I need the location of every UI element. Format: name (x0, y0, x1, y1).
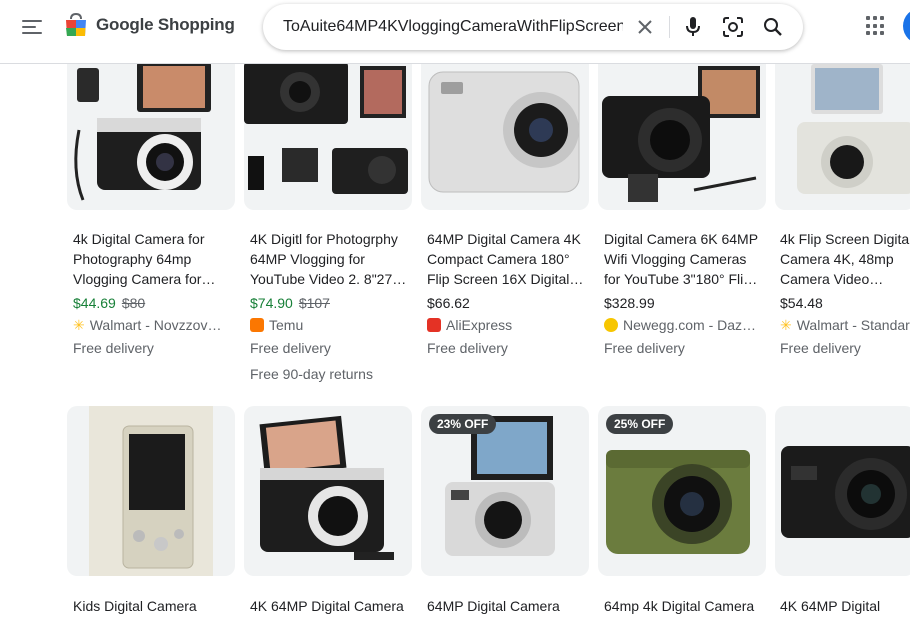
product-image[interactable] (775, 40, 910, 210)
product-price: $54.48 (780, 295, 823, 311)
product-image[interactable] (598, 40, 766, 210)
divider (669, 16, 670, 38)
product-title[interactable]: Kids Digital Camera (73, 596, 233, 616)
store-name[interactable]: Newegg.com - Daz… (604, 316, 764, 334)
product-title[interactable]: 4K Digitl for Photogrphy 64MP Vlogging fo… (250, 229, 410, 289)
product-title[interactable]: 4K 64MP Digital (780, 596, 910, 616)
product-title[interactable]: 64MP Digital Camera 4K Compact Camera 180… (427, 229, 587, 289)
mic-icon[interactable] (681, 15, 705, 39)
discount-badge: 25% OFF (606, 414, 674, 434)
avatar[interactable] (903, 8, 910, 44)
product-image[interactable]: 25% OFF (598, 406, 766, 576)
store-name[interactable]: AliExpress (427, 316, 587, 334)
shopping-bag-icon (64, 12, 88, 38)
product-image[interactable] (244, 40, 412, 210)
product-image[interactable]: 23% OFF (421, 406, 589, 576)
results-grid: 4k Digital Camera for Photography 64mp Vlo… (0, 0, 910, 620)
top-header: Google Shopping ToAuite64MP4KVloggingCam… (0, 0, 910, 64)
walmart-spark-icon: ✳ (73, 317, 85, 333)
discount-badge: 23% OFF (429, 414, 497, 434)
lens-icon[interactable] (721, 15, 745, 39)
store-name[interactable]: ✳ Walmart - Novzzov… (73, 316, 233, 334)
delivery-info: Free delivery (250, 340, 331, 356)
clear-icon[interactable] (633, 15, 657, 39)
product-price: $66.62 (427, 295, 470, 311)
search-input[interactable]: ToAuite64MP4KVloggingCameraWithFlipScree… (283, 4, 623, 50)
newegg-icon (604, 318, 618, 332)
product-title[interactable]: Digital Camera 6K 64MP Wifi Vlogging Came… (604, 229, 764, 289)
product-title[interactable]: 4k Digital Camera for Photography 64mp Vlo… (73, 229, 233, 289)
brand-name: Google Shopping (96, 15, 235, 34)
product-title[interactable]: 64mp 4k Digital Camera (604, 596, 764, 616)
search-bar: ToAuite64MP4KVloggingCameraWithFlipScree… (263, 4, 803, 50)
walmart-spark-icon: ✳ (780, 317, 792, 333)
search-icon[interactable] (761, 15, 785, 39)
product-image[interactable] (421, 40, 589, 210)
product-image[interactable] (775, 406, 910, 576)
product-price: $44.69 $80 (73, 295, 146, 311)
product-title[interactable]: 64MP Digital Camera (427, 596, 587, 616)
product-title[interactable]: 4k Flip Screen Digital Camera 4K, 48mp Cam… (780, 229, 910, 289)
menu-icon[interactable] (20, 16, 44, 40)
delivery-info: Free delivery (73, 340, 154, 356)
returns-info: Free 90-day returns (250, 366, 373, 382)
google-shopping-logo[interactable]: Google Shopping (64, 12, 235, 38)
delivery-info: Free delivery (427, 340, 508, 356)
product-image[interactable] (244, 406, 412, 576)
product-price: $74.90 $107 (250, 295, 330, 311)
aliexpress-icon (427, 318, 441, 332)
product-title[interactable]: 4K 64MP Digital Camera (250, 596, 410, 616)
product-image[interactable] (67, 40, 235, 210)
delivery-info: Free delivery (780, 340, 861, 356)
apps-icon[interactable] (866, 16, 886, 36)
temu-icon (250, 318, 264, 332)
product-image[interactable] (67, 406, 235, 576)
delivery-info: Free delivery (604, 340, 685, 356)
store-name[interactable]: Temu (250, 316, 410, 334)
product-price: $328.99 (604, 295, 655, 311)
store-name[interactable]: ✳ Walmart - Standar (780, 316, 910, 334)
